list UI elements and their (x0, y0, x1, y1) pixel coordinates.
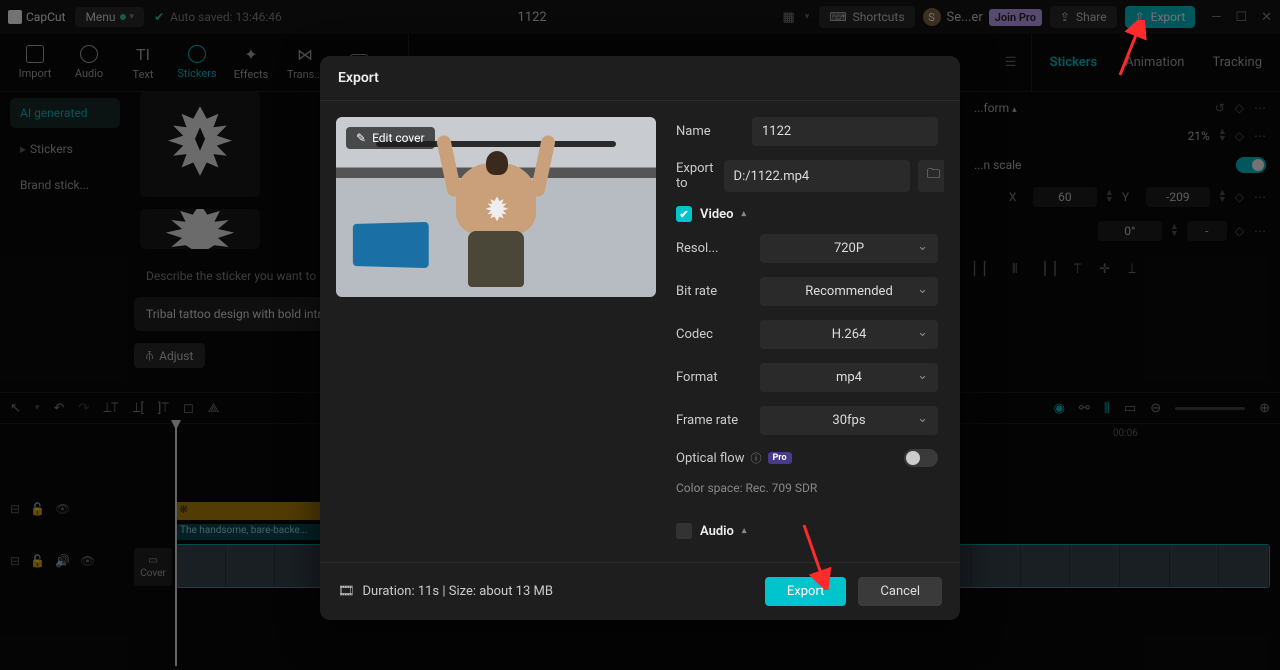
video-checkbox[interactable]: ✔ (676, 206, 692, 222)
export-dialog: Export ✎Edit cover (320, 56, 960, 620)
optical-flow-toggle[interactable] (904, 449, 938, 467)
info-icon[interactable]: ⓘ (751, 450, 762, 466)
framerate-select[interactable]: 30fps (760, 406, 938, 435)
pro-badge: Pro (768, 452, 792, 464)
name-input[interactable] (752, 117, 938, 146)
bitrate-select[interactable]: Recommended (760, 277, 938, 306)
exportto-label: Export to (676, 161, 714, 191)
audio-section-header[interactable]: Audio ▴ (676, 523, 938, 539)
exportto-input[interactable] (724, 160, 910, 192)
audio-checkbox[interactable] (676, 523, 692, 539)
video-section-header[interactable]: ✔ Video ▴ (676, 206, 938, 222)
cover-preview: ✎Edit cover (336, 117, 656, 297)
pencil-icon: ✎ (356, 131, 366, 145)
format-select[interactable]: mp4 (760, 363, 938, 392)
browse-folder-button[interactable]: 🗀 (918, 160, 944, 192)
dialog-cancel-button[interactable]: Cancel (858, 577, 942, 606)
export-footer-info: 🎞Duration: 11s | Size: about 13 MB (338, 584, 553, 599)
dialog-title: Export (320, 56, 960, 101)
edit-cover-button[interactable]: ✎Edit cover (346, 127, 435, 149)
dialog-export-button[interactable]: Export (765, 577, 847, 606)
film-icon: 🎞 (338, 584, 355, 599)
name-label: Name (676, 124, 742, 139)
codec-select[interactable]: H.264 (760, 320, 938, 349)
colorspace-label: Color space: Rec. 709 SDR (676, 481, 938, 495)
optical-flow-label: Optical flow (676, 451, 745, 466)
resolution-select[interactable]: 720P (760, 234, 938, 263)
folder-icon: 🗀 (927, 165, 940, 187)
